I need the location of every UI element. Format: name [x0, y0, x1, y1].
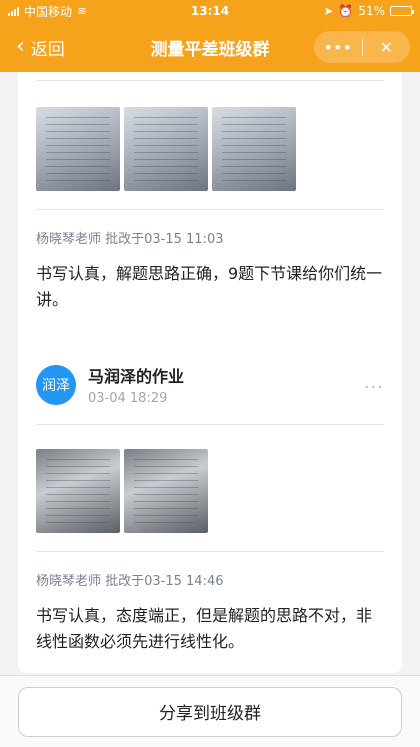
- more-icon: •••: [323, 37, 352, 57]
- battery-icon: [390, 6, 414, 16]
- author-block: 润泽 马润泽的作业 03-04 18:29: [36, 363, 184, 406]
- share-to-class-button[interactable]: 分享到班级群: [18, 686, 402, 737]
- homework-image[interactable]: [36, 107, 120, 191]
- post-title: 马润泽的作业: [88, 367, 185, 386]
- close-icon: ✕: [379, 37, 393, 57]
- comment-meta: 杨晓琴老师 批改于03-15 11:03: [36, 232, 224, 247]
- battery-percent: 51%: [358, 4, 385, 18]
- comment-meta: 杨晓琴老师 批改于03-15 14:46: [36, 574, 224, 589]
- close-button[interactable]: ✕: [363, 38, 411, 57]
- post-date: 03-04 18:29: [88, 391, 168, 406]
- card-divider: [36, 551, 384, 552]
- card-divider: [36, 424, 384, 425]
- more-button[interactable]: •••: [314, 38, 362, 57]
- homework-card: 润泽 马润泽的作业 03-04 18:29 ··· 杨晓琴老师 批改于03-15…: [18, 345, 402, 673]
- comment-text: 书写认真，解题思路正确，9题下节课给你们统一讲。: [36, 264, 383, 309]
- card-divider: [36, 80, 384, 81]
- page-title: 测量平差班级群: [150, 39, 270, 60]
- status-time: 13:14: [190, 4, 230, 18]
- homework-image[interactable]: [124, 449, 208, 533]
- image-grid: [36, 449, 384, 533]
- card-divider: [36, 209, 384, 210]
- back-button[interactable]: ‹ 返回: [0, 35, 65, 60]
- back-label: 返回: [30, 39, 65, 60]
- more-options-icon[interactable]: ···: [364, 377, 384, 398]
- image-grid: [36, 107, 384, 191]
- content-area[interactable]: 杨晓琴老师 批改于03-15 11:03 书写认真，解题思路正确，9题下节课给你…: [0, 72, 420, 675]
- comment-text: 书写认真，态度端正，但是解题的思路不对，非线性函数必须先进行线性化。: [36, 606, 373, 651]
- avatar[interactable]: 润泽: [36, 364, 76, 405]
- status-right: ➤ ⏰ 51%: [323, 4, 414, 18]
- homework-image[interactable]: [212, 107, 296, 191]
- carrier-label: 中国移动: [24, 4, 73, 19]
- status-left: 中国移动 ≋: [8, 3, 87, 20]
- card-header: 润泽 马润泽的作业 03-04 18:29 ···: [36, 363, 384, 406]
- wifi-icon: ≋: [77, 4, 88, 18]
- author-info: 马润泽的作业 03-04 18:29: [88, 363, 184, 406]
- chevron-left-icon: ‹: [16, 34, 25, 59]
- homework-image[interactable]: [124, 107, 208, 191]
- alarm-icon: ⏰: [338, 4, 354, 18]
- bottom-bar: 分享到班级群: [0, 675, 420, 747]
- signal-icon: [8, 6, 19, 16]
- location-icon: ➤: [323, 4, 334, 18]
- nav-bar: ‹ 返回 测量平差班级群 ••• ✕: [0, 22, 420, 72]
- homework-image[interactable]: [36, 449, 120, 533]
- mini-program-capsule: ••• ✕: [314, 31, 410, 63]
- status-bar: 中国移动 ≋ 13:14 ➤ ⏰ 51%: [0, 0, 420, 22]
